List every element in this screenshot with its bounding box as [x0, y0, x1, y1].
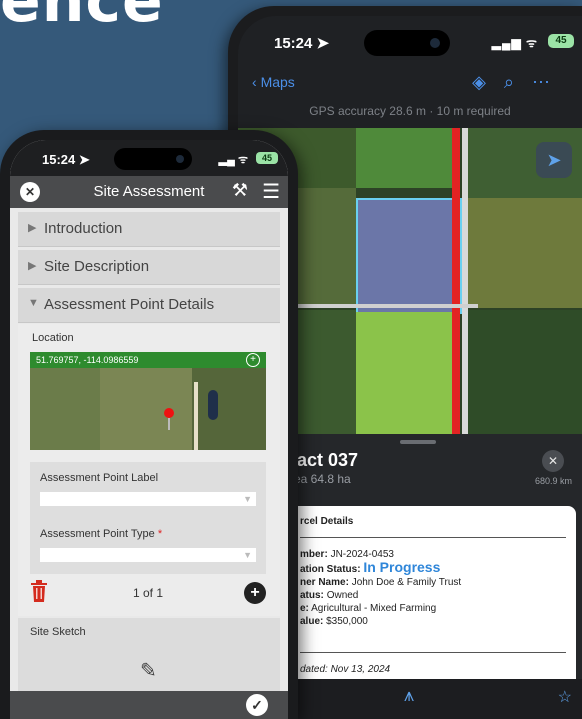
section-assessment-point-details[interactable]: ▼ Assessment Point Details [18, 288, 280, 323]
status-time: 15:24 ➤ [42, 152, 90, 167]
zoom-in-icon[interactable]: + [246, 353, 260, 367]
signal-wifi-icon: ▂▄ ᯤ [218, 154, 248, 166]
form-header: ✕ Site Assessment ⚒ ☰ [10, 176, 288, 208]
field-label: Assessment Point Label [40, 472, 159, 484]
divider [300, 537, 566, 538]
dynamic-island [364, 30, 450, 56]
close-sheet-button[interactable]: ✕ [542, 450, 564, 472]
point-label-dropdown[interactable]: ▼ [40, 492, 256, 506]
back-label: Maps [260, 74, 295, 90]
site-sketch-field[interactable]: Site Sketch ✎ [18, 618, 280, 698]
back-to-maps-button[interactable]: ‹ Maps [252, 74, 295, 90]
value-row: alue: $350,000 [300, 616, 368, 627]
point-type-dropdown[interactable]: ▼ [40, 548, 256, 562]
gps-accuracy-text: GPS accuracy 28.6 m · 10 m required [309, 104, 511, 118]
maps-nav-bar: ‹ Maps ◈⌕⋯ [238, 64, 582, 100]
add-repeat-button[interactable]: + [244, 582, 266, 604]
survey-screen: 15:24 ➤ ▂▄ ᯤ 45 ✕ Site Assessment ⚒ ☰ ▶ … [10, 140, 288, 719]
form-footer: ✓ [10, 691, 288, 719]
ownership-row: atus: Owned [300, 590, 359, 601]
assessment-point-label-field: Assessment Point Label ▼ [30, 462, 266, 518]
section-introduction[interactable]: ▶ Introduction [18, 212, 280, 247]
status-badge: In Progress [363, 559, 441, 575]
compass-icon[interactable]: ⩚ [404, 685, 414, 706]
pager-text: 1 of 1 [132, 586, 164, 600]
tract-title: ract 037 [290, 450, 359, 470]
location-label: Location [32, 332, 74, 344]
chevron-down-icon: ▼ [28, 297, 39, 309]
tools-icon[interactable]: ⚒ [232, 180, 248, 201]
status-time: 15:24 ➤ [274, 35, 330, 52]
dynamic-island [114, 148, 192, 170]
submit-checkmark-button[interactable]: ✓ [246, 694, 268, 716]
tract-area: rea 64.8 ha [290, 472, 351, 486]
section-site-description[interactable]: ▶ Site Description [18, 250, 280, 285]
survey-phone: 15:24 ➤ ▂▄ ᯤ 45 ✕ Site Assessment ⚒ ☰ ▶ … [0, 130, 298, 719]
chevron-down-icon: ▼ [243, 550, 252, 560]
menu-icon[interactable]: ☰ [262, 182, 280, 202]
chevron-right-icon: ▶ [28, 222, 37, 234]
battery-icon: 45 [256, 152, 278, 164]
search-icon[interactable]: ⌕ [504, 72, 532, 92]
status-row: ation Status: In Progress [300, 559, 441, 575]
favorite-icon[interactable]: ☆ [558, 687, 572, 707]
updated-text: dated: Nov 13, 2024 [300, 664, 391, 675]
location-map[interactable]: 51.769757, -114.0986559 + [30, 352, 266, 450]
section-label: Site Description [44, 258, 150, 275]
assessment-point-type-field: Assessment Point Type * ▼ [30, 518, 266, 574]
use-row: e: Agricultural - Mixed Farming [300, 603, 437, 614]
location-pin-icon [164, 408, 174, 430]
chevron-down-icon: ▼ [243, 494, 252, 504]
location-coordinates: 51.769757, -114.0986559 + [30, 352, 266, 368]
status-bar: 15:24 ➤ ▂▄▆ ᯤ 45 [238, 16, 582, 60]
sketch-label: Site Sketch [30, 626, 86, 638]
layers-icon[interactable]: ◈ [472, 72, 504, 92]
status-bar: 15:24 ➤ ▂▄ ᯤ 45 [10, 140, 288, 176]
card-title: rcel Details [300, 516, 354, 527]
section-label: Assessment Point Details [44, 296, 215, 313]
section-label: Introduction [44, 220, 123, 237]
signal-wifi-icon: ▂▄▆ ᯤ [491, 36, 538, 50]
owner-row: ner Name: John Doe & Family Trust [300, 577, 462, 588]
repeat-pager: 1 of 1 + [30, 580, 266, 606]
locate-me-button[interactable]: ➤ [536, 142, 572, 178]
parcel-details-card: rcel Details mber: JN-2024-0453 ation St… [286, 506, 576, 702]
sheet-grabber[interactable] [400, 440, 436, 444]
distance-text: 680.9 km [534, 476, 572, 486]
sketch-pen-icon: ✎ [140, 660, 157, 682]
required-marker: * [157, 528, 163, 540]
divider [300, 652, 566, 653]
chevron-right-icon: ▶ [28, 260, 37, 272]
battery-icon: 45 [548, 34, 574, 48]
more-icon[interactable]: ⋯ [532, 72, 568, 92]
field-label: Assessment Point Type [40, 528, 155, 540]
hero-heading: ence [0, 0, 164, 36]
